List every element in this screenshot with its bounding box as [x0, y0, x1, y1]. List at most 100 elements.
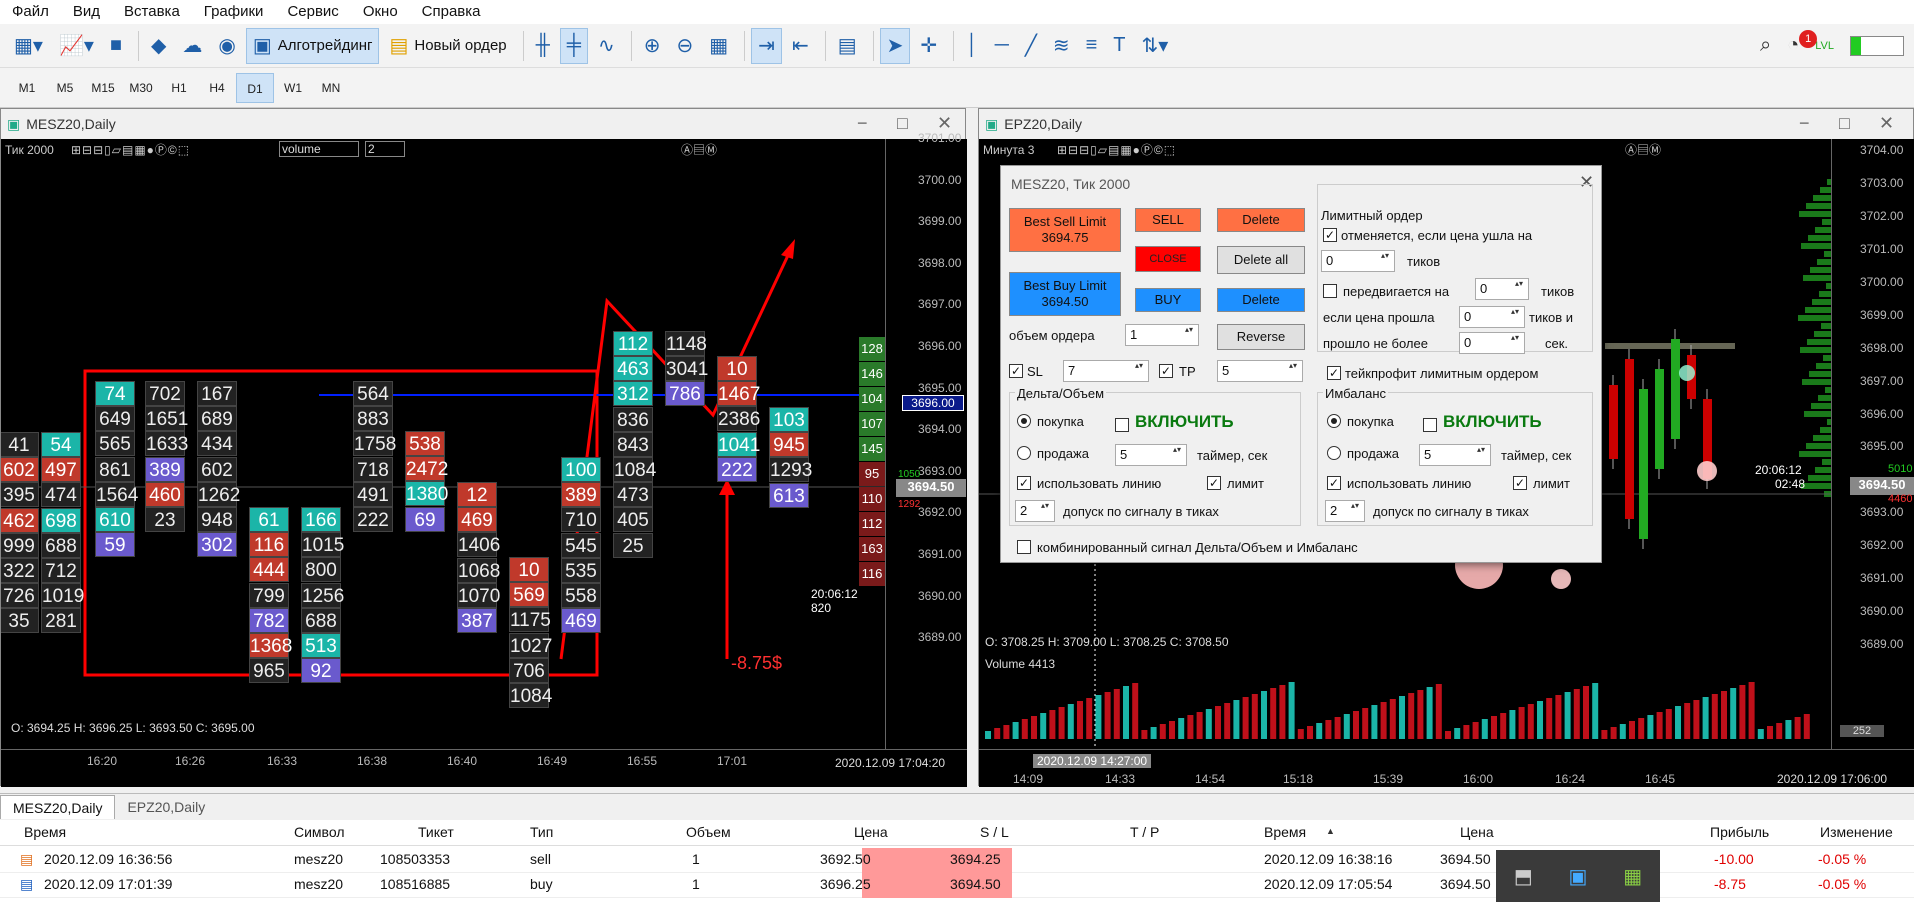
new-chart-icon[interactable]: ▦▾: [8, 28, 49, 64]
tf-h4[interactable]: H4: [198, 73, 236, 103]
column-header[interactable]: Тикет: [418, 824, 454, 840]
menu-insert[interactable]: Вставка: [112, 0, 192, 24]
market-watch-icon[interactable]: ■: [104, 28, 128, 64]
column-header[interactable]: Объем: [686, 824, 731, 840]
indicators-icon[interactable]: ▤: [832, 28, 863, 64]
delta-enable-checkbox[interactable]: [1115, 418, 1129, 432]
navigator-icon[interactable]: ◆: [145, 28, 172, 64]
delta-limit-checkbox[interactable]: ✓: [1207, 476, 1221, 490]
menu-tools[interactable]: Сервис: [275, 0, 350, 24]
sell-button[interactable]: SELL: [1135, 208, 1201, 232]
best-sell-limit-button[interactable]: Best Sell Limit 3694.75: [1009, 208, 1121, 252]
imb-sell-radio[interactable]: [1327, 446, 1341, 460]
volume-input[interactable]: 1: [1125, 324, 1199, 346]
tf-m30[interactable]: M30: [122, 73, 160, 103]
equidistant-icon[interactable]: ≋: [1047, 28, 1076, 64]
column-header[interactable]: Цена: [854, 824, 888, 840]
combined-checkbox[interactable]: [1017, 540, 1031, 554]
tab-epz20[interactable]: EPZ20,Daily: [115, 795, 217, 819]
tp-input[interactable]: 5: [1217, 360, 1303, 382]
cancel-ticks-input[interactable]: 0: [1321, 250, 1395, 272]
chart-area[interactable]: Тик 2000 ⊞⊟⊟▯▱▤▦●Ⓟ©⬚ volume 2 Ⓐ▤Ⓜ 41 602 3…: [1, 139, 885, 749]
minimize-icon[interactable]: −: [1799, 113, 1810, 134]
search-icon[interactable]: ⌕: [1754, 28, 1777, 64]
autoscroll-icon[interactable]: ⇥: [751, 27, 782, 64]
new-order-button[interactable]: ▤ Новый ордер: [383, 28, 512, 64]
column-header[interactable]: Время: [1264, 824, 1306, 840]
tf-m1[interactable]: M1: [8, 73, 46, 103]
horizontal-line-icon[interactable]: ─: [989, 28, 1015, 64]
cancel-if-checkbox[interactable]: ✓: [1323, 228, 1337, 242]
profiles-icon[interactable]: 📈▾: [53, 28, 100, 64]
imb-buy-radio[interactable]: [1327, 414, 1341, 428]
delta-use-line-checkbox[interactable]: ✓: [1017, 476, 1031, 490]
algotrading-button[interactable]: ▣ Алготрейдинг: [245, 27, 380, 64]
menu-charts[interactable]: Графики: [192, 0, 276, 24]
imb-limit-checkbox[interactable]: ✓: [1513, 476, 1527, 490]
notifications-icon[interactable]: ◔ 1: [1781, 28, 1818, 64]
column-header[interactable]: S / L: [980, 824, 1009, 840]
sl-input[interactable]: 7: [1063, 360, 1149, 382]
tf-m15[interactable]: M15: [84, 73, 122, 103]
imb-enable-checkbox[interactable]: [1423, 418, 1437, 432]
delta-sell-radio[interactable]: [1017, 446, 1031, 460]
trendline-icon[interactable]: ╱: [1019, 28, 1043, 64]
passed-input[interactable]: 0: [1459, 332, 1525, 354]
text-icon[interactable]: T: [1107, 28, 1131, 64]
line-chart-icon[interactable]: ∿: [592, 28, 621, 64]
fibonacci-icon[interactable]: ≡: [1080, 28, 1104, 64]
sl-checkbox[interactable]: ✓: [1009, 364, 1023, 378]
tf-w1[interactable]: W1: [274, 73, 312, 103]
imb-timer-input[interactable]: 5: [1419, 444, 1491, 466]
cursor-icon[interactable]: ➤: [879, 27, 911, 64]
menu-view[interactable]: Вид: [61, 0, 112, 24]
grid-icon[interactable]: ▦: [703, 28, 734, 64]
delta-timer-input[interactable]: 5: [1115, 444, 1187, 466]
app-icon-3[interactable]: ▦: [1623, 864, 1642, 889]
tf-m5[interactable]: M5: [46, 73, 84, 103]
zoom-out-icon[interactable]: ⊖: [671, 28, 700, 64]
move-ticks-input[interactable]: 0: [1475, 278, 1529, 300]
delete-sell-button[interactable]: Delete: [1217, 208, 1305, 232]
arrows-icon[interactable]: ⇅▾: [1136, 28, 1175, 64]
close-position-button[interactable]: CLOSE: [1135, 246, 1201, 272]
delete-buy-button[interactable]: Delete: [1217, 288, 1305, 312]
cloud-icon[interactable]: ☁: [176, 28, 208, 64]
zoom-in-icon[interactable]: ⊕: [638, 28, 667, 64]
column-header[interactable]: Символ: [294, 824, 344, 840]
reverse-button[interactable]: Reverse: [1217, 324, 1305, 350]
delta-buy-radio[interactable]: [1017, 414, 1031, 428]
imb-tolerance-input[interactable]: 2: [1325, 500, 1365, 522]
app-icon-1[interactable]: ⬒: [1514, 864, 1533, 889]
minimize-icon[interactable]: −: [857, 113, 868, 134]
tf-mn[interactable]: MN: [312, 73, 350, 103]
tf-d1[interactable]: D1: [236, 72, 274, 103]
menu-file[interactable]: Файл: [0, 0, 61, 24]
tab-mesz20[interactable]: MESZ20,Daily: [0, 795, 116, 819]
bar-chart-icon[interactable]: ╫: [530, 28, 556, 64]
chart-shift-icon[interactable]: ⇤: [786, 28, 815, 64]
close-icon[interactable]: ✕: [1879, 113, 1894, 134]
column-header[interactable]: Изменение: [1820, 824, 1893, 840]
maximize-icon[interactable]: □: [1839, 113, 1850, 134]
column-header[interactable]: Прибыль: [1710, 824, 1769, 840]
tp-limit-checkbox[interactable]: ✓: [1327, 366, 1341, 380]
signal-icon[interactable]: ◉: [212, 28, 241, 64]
crosshair-icon[interactable]: ✛: [914, 28, 943, 64]
move-checkbox[interactable]: [1323, 284, 1337, 298]
app-icon-2[interactable]: ▣: [1569, 864, 1588, 889]
column-header[interactable]: T / P: [1130, 824, 1159, 840]
buy-button[interactable]: BUY: [1135, 288, 1201, 312]
tf-h1[interactable]: H1: [160, 73, 198, 103]
column-header[interactable]: Цена: [1460, 824, 1494, 840]
menu-help[interactable]: Справка: [410, 0, 493, 24]
column-header[interactable]: Время: [24, 824, 66, 840]
imb-use-line-checkbox[interactable]: ✓: [1327, 476, 1341, 490]
delete-all-button[interactable]: Delete all: [1217, 246, 1305, 274]
if-price-input[interactable]: 0: [1459, 306, 1525, 328]
candlestick-icon[interactable]: ╪: [559, 27, 588, 64]
menu-window[interactable]: Окно: [351, 0, 410, 24]
delta-tolerance-input[interactable]: 2: [1015, 500, 1055, 522]
maximize-icon[interactable]: □: [897, 113, 908, 134]
column-header[interactable]: Тип: [530, 824, 553, 840]
